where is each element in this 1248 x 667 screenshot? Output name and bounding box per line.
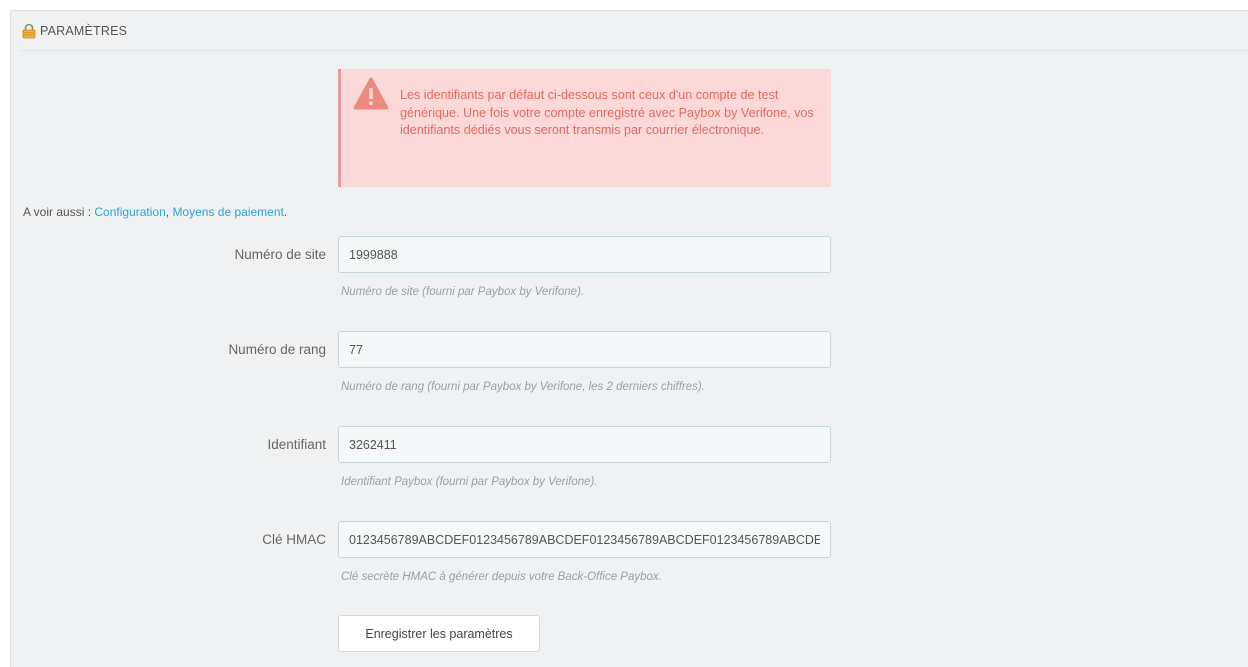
see-also: A voir aussi : Configuration, Moyens de … — [23, 205, 287, 219]
heading-divider — [21, 50, 1248, 51]
rank-number-label: Numéro de rang — [228, 342, 326, 357]
hmac-key-input[interactable] — [338, 521, 831, 558]
identifier-input[interactable] — [338, 426, 831, 463]
site-number-help: Numéro de site (fourni par Paybox by Ver… — [341, 286, 585, 298]
warning-alert: Les identifiants par défaut ci-dessous s… — [338, 69, 831, 187]
site-number-input[interactable] — [338, 236, 831, 273]
identifier-label: Identifiant — [267, 437, 326, 452]
lock-icon — [21, 23, 37, 39]
panel-title: PARAMÈTRES — [40, 24, 128, 38]
settings-panel: PARAMÈTRES Les identifiants par défaut c… — [10, 10, 1248, 667]
alert-message: Les identifiants par défaut ci-dessous s… — [400, 88, 814, 138]
hmac-key-label: Clé HMAC — [262, 532, 326, 547]
rank-number-input[interactable] — [338, 331, 831, 368]
site-number-label: Numéro de site — [234, 247, 326, 262]
panel-heading: PARAMÈTRES — [21, 23, 127, 39]
configuration-link[interactable]: Configuration — [94, 205, 165, 219]
see-also-suffix: . — [283, 205, 288, 219]
payment-methods-link[interactable]: Moyens de paiement — [172, 205, 283, 219]
warning-icon — [353, 76, 389, 112]
rank-number-help: Numéro de rang (fourni par Paybox by Ver… — [341, 381, 705, 393]
see-also-prefix: A voir aussi : — [23, 205, 95, 219]
identifier-help: Identifiant Paybox (fourni par Paybox by… — [341, 476, 598, 488]
hmac-key-help: Clé secrète HMAC à générer depuis votre … — [341, 571, 662, 583]
save-settings-button[interactable]: Enregistrer les paramètres — [338, 615, 540, 652]
